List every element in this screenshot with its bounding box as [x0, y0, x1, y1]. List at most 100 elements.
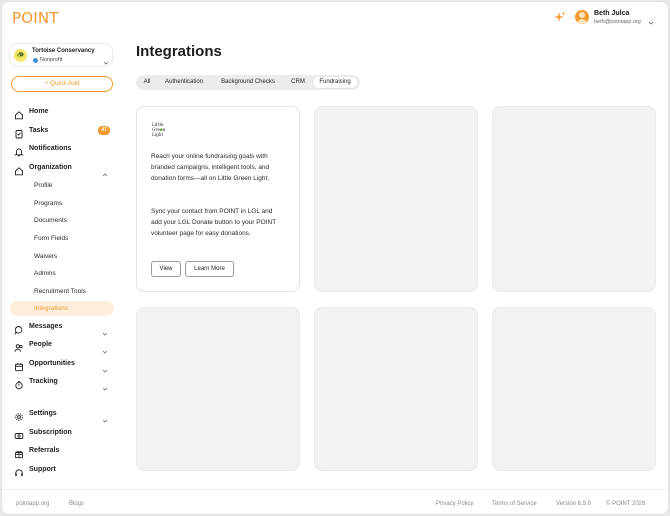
nav-settings-label: Settings — [29, 410, 57, 417]
nav-sub-profile[interactable]: Profile — [10, 178, 114, 193]
quick-add-label: Quick Add — [49, 80, 80, 87]
nav-sub-documents[interactable]: Documents — [10, 213, 114, 228]
calendar-icon — [14, 359, 24, 372]
nav-sub-form-fields[interactable]: Form Fields — [10, 231, 114, 246]
footer-blogs-link[interactable]: Blogs — [69, 501, 84, 507]
nav-sub-label: Profile — [34, 182, 53, 189]
chevron-down-icon — [102, 324, 108, 336]
chevron-up-icon — [102, 165, 108, 177]
headset-icon — [14, 465, 24, 476]
nav-home[interactable]: Home — [10, 105, 114, 120]
page-title: Integrations — [136, 43, 222, 60]
footer: pointapp.org Blogs Privacy Policy Terms … — [2, 489, 668, 514]
lgl-description: Reach your online fundraising goals with… — [151, 153, 270, 182]
chevron-down-icon — [102, 411, 108, 423]
gift-icon — [14, 446, 24, 459]
clipboard-icon — [14, 126, 24, 139]
home-icon — [14, 163, 24, 176]
nav-subscription[interactable]: Subscription — [10, 426, 114, 441]
nav-sub-integrations[interactable]: Integrations — [10, 301, 114, 316]
chevron-down-icon — [103, 53, 109, 65]
tab-background-checks[interactable]: Background Checks — [216, 77, 280, 88]
integration-card-placeholder — [136, 307, 300, 471]
org-name: Tortoise Conservancy — [32, 48, 95, 54]
svg-text:n: n — [163, 127, 166, 132]
integration-card-placeholder — [492, 307, 656, 471]
nav-tasks-label: Tasks — [29, 127, 49, 134]
nav-people[interactable]: People — [10, 338, 114, 354]
nav-sub-programs[interactable]: Programs — [10, 196, 114, 211]
footer-privacy-link[interactable]: Privacy Policy — [436, 501, 473, 507]
nav-organization[interactable]: Organization — [10, 161, 114, 177]
nav-notifications-label: Notifications — [29, 145, 72, 152]
tasks-count-badge: 47 — [98, 126, 110, 135]
app-window: POINT Beth Julca beth@pointapp.org 🐢 Tor… — [1, 1, 669, 515]
sparkle-icon[interactable] — [554, 11, 566, 23]
chevron-down-icon — [102, 342, 108, 354]
user-avatar[interactable] — [575, 10, 589, 24]
nav-tasks[interactable]: Tasks 47 — [10, 124, 114, 139]
integration-card-lgl: Little Gre n Light Reach your online fun… — [136, 106, 300, 292]
nav-opportunities[interactable]: Opportunities — [10, 357, 114, 373]
chevron-down-icon — [102, 361, 108, 373]
svg-text:Light: Light — [152, 132, 163, 137]
nav-referrals-label: Referrals — [29, 447, 60, 454]
nav-messages-label: Messages — [29, 323, 63, 330]
nav-sub-label: Recruitment Tools — [34, 288, 86, 295]
nav-sub-admins[interactable]: Admins — [10, 266, 114, 281]
home-icon — [14, 107, 24, 120]
nav-tracking-label: Tracking — [29, 378, 58, 385]
footer-copyright: © POINT 2026 — [606, 501, 646, 507]
lgl-sync-description: Sync your contact from POINT in LGL and … — [151, 208, 277, 237]
nav-support[interactable]: Support — [10, 463, 114, 478]
little-green-light-logo: Little Gre n Light — [151, 121, 169, 137]
footer-terms-link[interactable]: Terms of Service — [492, 501, 537, 507]
learn-more-button[interactable]: Learn More — [185, 261, 234, 277]
nav-sub-waivers[interactable]: Waivers — [10, 249, 114, 264]
nav-messages[interactable]: Messages — [10, 320, 114, 336]
bell-icon — [14, 144, 24, 157]
nav-sub-label: Waivers — [34, 253, 58, 260]
integration-card-placeholder — [314, 307, 478, 471]
tab-authentication[interactable]: Authentication — [159, 77, 209, 88]
user-name[interactable]: Beth Julca — [594, 10, 629, 17]
nonprofit-dot-icon — [33, 57, 38, 63]
nav-sub-recruitment-tools[interactable]: Recruitment Tools — [10, 284, 114, 299]
chat-bubble-icon — [14, 322, 24, 335]
nav-home-label: Home — [29, 108, 49, 115]
chevron-down-icon — [102, 379, 108, 391]
nav-sub-label: Documents — [34, 217, 67, 224]
integration-card-placeholder — [492, 106, 656, 292]
nav-sub-label: Programs — [34, 200, 63, 207]
org-logo-icon: 🐢 — [14, 49, 27, 62]
integration-card-placeholder — [314, 106, 478, 292]
nav-people-label: People — [29, 341, 52, 348]
nav-referrals[interactable]: Referrals — [10, 444, 114, 459]
nav-tracking[interactable]: Tracking — [10, 375, 114, 391]
top-header: POINT Beth Julca beth@pointapp.org — [2, 2, 668, 32]
quick-add-button[interactable]: + Quick Add — [11, 76, 113, 92]
tab-fundraising[interactable]: Fundraising — [313, 77, 357, 88]
view-button[interactable]: View — [151, 261, 181, 277]
nav-subscription-label: Subscription — [29, 429, 72, 436]
nav-sub-label: Form Fields — [34, 235, 69, 242]
nav-organization-label: Organization — [29, 164, 72, 171]
integration-tabs: All Authentication Background Checks CRM… — [136, 75, 360, 90]
org-switcher[interactable]: 🐢 Tortoise Conservancy Nonprofit — [9, 43, 113, 67]
chevron-down-icon[interactable] — [648, 13, 654, 25]
nav-opportunities-label: Opportunities — [29, 360, 75, 367]
footer-site-link[interactable]: pointapp.org — [16, 501, 49, 507]
nav-settings[interactable]: Settings — [10, 407, 114, 423]
nav-sub-label: Admins — [34, 270, 56, 277]
tab-all[interactable]: All — [140, 77, 154, 88]
nav-notifications[interactable]: Notifications — [10, 142, 114, 157]
tab-crm[interactable]: CRM — [287, 77, 309, 88]
subscription-icon — [14, 428, 24, 439]
nav-sub-label: Integrations — [34, 305, 68, 312]
people-icon — [14, 340, 24, 352]
nav-support-label: Support — [29, 466, 56, 473]
point-logo[interactable]: POINT — [12, 9, 59, 27]
gear-icon — [14, 409, 24, 421]
org-type: Nonprofit — [40, 57, 63, 63]
stopwatch-icon — [14, 377, 24, 390]
